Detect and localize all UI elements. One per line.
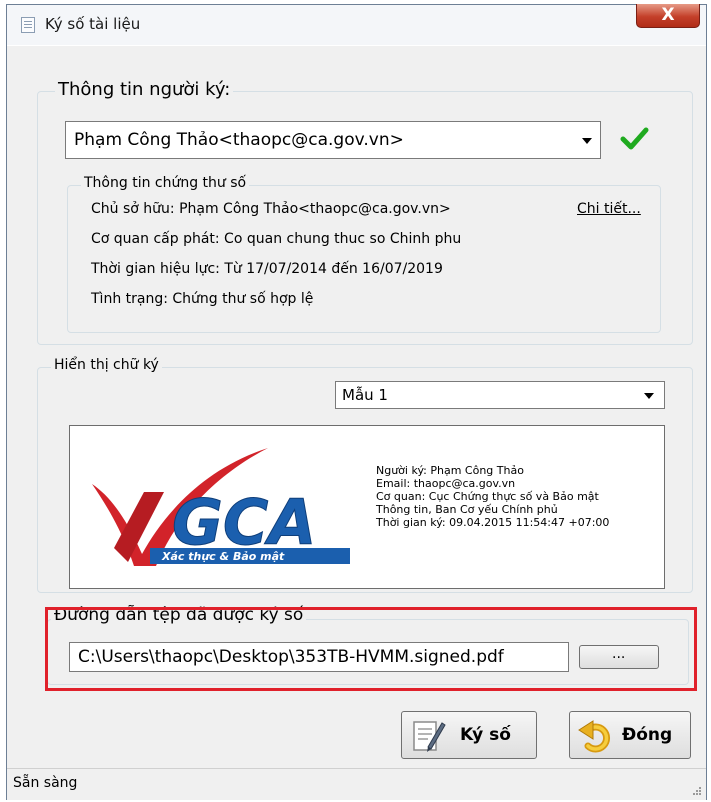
signature-text-block: Người ký: Phạm Công Thảo Email: thaopc@c… bbox=[376, 464, 609, 529]
undo-arrow-icon bbox=[578, 720, 610, 753]
certificate-status: Tình trạng: Chứng thư số hợp lệ bbox=[91, 291, 314, 307]
window-title: Ký số tài liệu bbox=[45, 15, 141, 33]
close-button-label: Đóng bbox=[622, 725, 673, 745]
signature-line-agency: Cơ quan: Cục Chứng thực số và Bảo mật bbox=[376, 490, 599, 503]
signature-line-time: Thời gian ký: 09.04.2015 11:54:47 +07:00 bbox=[376, 516, 610, 529]
logo-tagline: Xác thực & Bảo mật bbox=[161, 550, 285, 563]
document-app-icon bbox=[21, 17, 35, 33]
vgca-logo: GCA Xác thực & Bảo mật bbox=[92, 448, 350, 566]
signer-select[interactable]: Phạm Công Thảo<thaopc@ca.gov.vn> bbox=[65, 121, 601, 159]
sign-document-dialog: Ký số tài liệu X Thông tin người ký: Phạ… bbox=[6, 4, 707, 800]
status-bar: Sẵn sàng bbox=[7, 768, 706, 800]
resize-grip-icon[interactable] bbox=[692, 786, 702, 796]
sign-button[interactable]: Ký số bbox=[401, 711, 537, 759]
close-window-button[interactable]: X bbox=[636, 4, 700, 28]
status-text: Sẵn sàng bbox=[13, 775, 78, 791]
signature-display-title: Hiển thị chữ ký bbox=[51, 357, 162, 373]
chevron-down-icon bbox=[644, 393, 654, 399]
certificate-info-title: Thông tin chứng thư số bbox=[81, 175, 250, 191]
green-check-icon bbox=[620, 127, 649, 150]
certificate-issuer: Cơ quan cấp phát: Co quan chung thuc so … bbox=[91, 231, 462, 247]
certificate-validity: Thời gian hiệu lực: Từ 17/07/2014 đến 16… bbox=[91, 261, 443, 277]
signature-template-select[interactable]: Mẫu 1 bbox=[335, 381, 665, 409]
sign-button-label: Ký số bbox=[460, 725, 511, 745]
signer-select-value: Phạm Công Thảo<thaopc@ca.gov.vn> bbox=[74, 130, 404, 150]
chevron-down-icon bbox=[582, 138, 592, 144]
signature-preview: GCA Xác thực & Bảo mật Người ký: Phạm Cô… bbox=[69, 425, 665, 589]
signer-info-title: Thông tin người ký: bbox=[55, 79, 234, 100]
signature-line-agency-cont: Thông tin, Ban Cơ yếu Chính phủ bbox=[376, 503, 558, 516]
signature-line-signer: Người ký: Phạm Công Thảo bbox=[376, 464, 524, 477]
certificate-owner: Chủ sở hữu: Phạm Công Thảo<thaopc@ca.gov… bbox=[91, 201, 451, 217]
signature-template-value: Mẫu 1 bbox=[342, 386, 388, 404]
sign-document-icon bbox=[413, 721, 446, 752]
details-link[interactable]: Chi tiết... bbox=[577, 201, 641, 217]
highlight-box bbox=[45, 607, 697, 691]
close-button[interactable]: Đóng bbox=[569, 711, 691, 759]
signature-line-email: Email: thaopc@ca.gov.vn bbox=[376, 477, 516, 490]
title-bar: Ký số tài liệu X bbox=[7, 4, 706, 46]
